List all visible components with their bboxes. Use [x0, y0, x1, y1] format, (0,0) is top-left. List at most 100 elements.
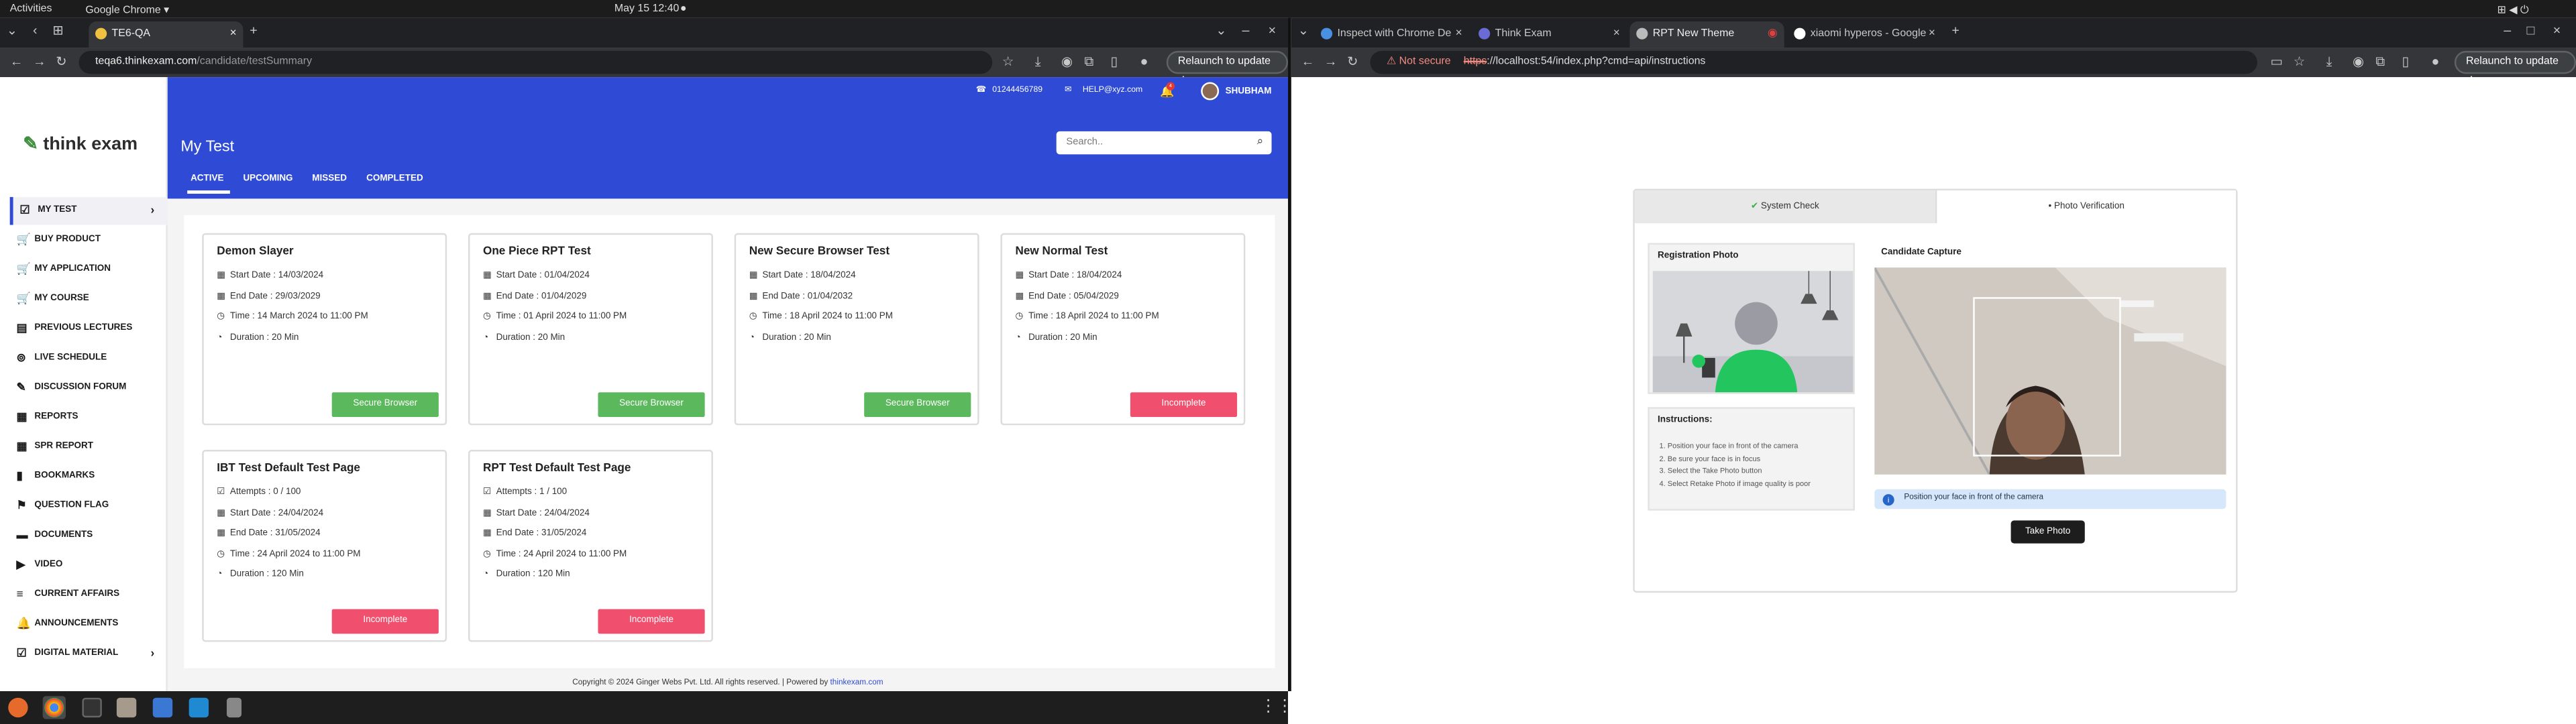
new-tab-icon[interactable]: + [250, 23, 257, 38]
incomplete-button[interactable]: Incomplete [598, 609, 705, 634]
back-icon[interactable]: ← [10, 54, 23, 69]
close-tab-icon[interactable]: × [230, 21, 237, 46]
sidebar-item-my-application[interactable]: 🛒 MY APPLICATION [10, 256, 168, 284]
test-card-detail-text: End Date : 31/05/2024 [496, 528, 587, 539]
incomplete-button[interactable]: Incomplete [1130, 392, 1238, 418]
download-icon[interactable]: ⤓ [1035, 54, 1041, 70]
system-tray-icons[interactable]: ⊞ ◀ ⏻ [2497, 3, 2528, 18]
reload-icon[interactable]: ↻ [56, 54, 66, 69]
vscode-icon[interactable] [189, 697, 209, 718]
sidepanel-icon[interactable]: ▯ [1111, 54, 1118, 69]
screenshot-icon[interactable]: ◉ [2353, 54, 2364, 69]
address-bar[interactable]: teqa6.thinkexam.com/candidate/testSummar… [78, 50, 993, 74]
minimize-icon[interactable]: – [2504, 23, 2511, 38]
secure-browser-button[interactable]: Secure Browser [598, 392, 705, 418]
tab-search-icon[interactable]: ⌄ [7, 23, 17, 38]
sidebar-item-digital-material[interactable]: ☑ DIGITAL MATERIAL › [10, 640, 168, 668]
notification-bell-icon[interactable]: 🔔 4 [1160, 82, 1175, 99]
back-icon[interactable]: ← [1301, 54, 1315, 69]
tab-upcoming[interactable]: UPCOMING [243, 174, 292, 184]
secure-browser-button[interactable]: Secure Browser [331, 392, 439, 418]
secure-browser-button[interactable]: Secure Browser [864, 392, 971, 418]
sidebar-item-previous-lectures[interactable]: ▤ PREVIOUS LECTURES [10, 315, 168, 343]
info-icon: i [1882, 493, 1894, 505]
extensions-icon[interactable]: ⧉ [2375, 54, 2385, 70]
bookmark-star-icon[interactable]: ☆ [2294, 54, 2306, 69]
sidebar-item-documents[interactable]: ▬ DOCUMENTS [10, 522, 168, 550]
sidebar-item-live-schedule[interactable]: ⊚ LIVE SCHEDULE [10, 345, 168, 373]
close-window-icon[interactable]: × [2553, 23, 2561, 38]
sidebar-item-video[interactable]: ▶ VIDEO [10, 552, 168, 580]
extensions-icon[interactable]: ⧉ [1084, 54, 1093, 70]
tab-completed[interactable]: COMPLETED [366, 174, 423, 184]
terminal-icon[interactable] [82, 697, 102, 718]
app-menu[interactable]: Google Chrome ▾ [85, 3, 169, 17]
search-input[interactable]: Search.. ⌕ [1056, 131, 1272, 155]
close-tab-icon[interactable]: × [1456, 21, 1462, 46]
reload-icon[interactable]: ↻ [1347, 54, 1358, 69]
email-address[interactable]: HELP@xyz.com [1083, 85, 1142, 95]
tab-system-check[interactable]: ✔ System Check [1634, 190, 1935, 224]
profile-icon[interactable]: ● [1140, 54, 1148, 69]
incomplete-button[interactable]: Incomplete [331, 609, 439, 634]
clock[interactable]: May 15 12:40 [614, 3, 679, 15]
sidebar-item-spr-report[interactable]: ▦ SPR REPORT [10, 434, 168, 462]
document-editor-icon[interactable] [152, 697, 173, 718]
address-bar[interactable]: ⚠ Not secure https://localhost:54/index.… [1370, 50, 2257, 74]
chrome-icon[interactable] [44, 697, 64, 718]
profile-icon[interactable]: ● [2432, 54, 2440, 69]
take-photo-button[interactable]: Take Photo [2010, 520, 2085, 544]
tab-active[interactable]: ACTIVE [191, 174, 223, 184]
sidebar-item-announcements[interactable]: 🔔 ANNOUNCEMENTS [10, 611, 168, 639]
user-menu[interactable]: SHUBHAM [1200, 82, 1272, 101]
app-grid-icon[interactable]: ⋮⋮ [1260, 698, 1293, 717]
sidebar-item-my-test[interactable]: ☑ MY TEST › [9, 196, 168, 225]
tab-think-exam[interactable]: Think Exam × [1472, 21, 1626, 48]
camera-in-use-icon[interactable]: ▭ [2271, 54, 2284, 69]
relaunch-button[interactable]: Relaunch to update ⋮ [1166, 50, 1289, 87]
test-card-detail-text: Duration : 20 Min [762, 332, 831, 343]
sidebar-item-reports[interactable]: ▦ REPORTS [10, 404, 168, 432]
tab-inspect[interactable]: Inspect with Chrome De × [1314, 21, 1468, 48]
tab-overflow-icon[interactable]: ⌄ [1216, 23, 1226, 38]
download-icon[interactable]: ⤓ [2326, 54, 2332, 70]
sidebar-item-discussion-forum[interactable]: ✎ DISCUSSION FORUM [10, 374, 168, 402]
sidebar-item-question-flag[interactable]: ⚑ QUESTION FLAG [10, 493, 168, 521]
phone-number[interactable]: 01244456789 [992, 85, 1042, 95]
tab-missed[interactable]: MISSED [312, 174, 347, 184]
tab-photo-verification[interactable]: • Photo Verification [1935, 190, 2237, 224]
sidepanel-icon[interactable]: ▯ [2402, 54, 2409, 69]
tab-back-icon[interactable]: ‹ [33, 23, 38, 38]
close-tab-icon[interactable]: × [1929, 21, 1935, 46]
tab-search-icon-right[interactable]: ⌄ [1298, 23, 1309, 38]
tab-google-search[interactable]: xiaomi hyperos - Google × [1788, 21, 1942, 48]
sidebar-item-bookmarks[interactable]: ▮ BOOKMARKS [10, 463, 168, 491]
close-tab-icon[interactable]: × [1613, 21, 1620, 46]
files-icon[interactable] [116, 697, 137, 718]
firefox-icon[interactable] [8, 697, 28, 718]
tab-grid-icon[interactable]: ⊞ [52, 23, 63, 38]
test-card: New Normal Test ▦ Start Date : 18/04/2024 ▦… [1000, 233, 1246, 426]
bookmark-star-icon[interactable]: ☆ [1002, 54, 1014, 69]
sidebar-item-my-course[interactable]: 🛒 MY COURSE [10, 286, 168, 314]
activities-button[interactable]: Activities [10, 3, 52, 15]
minimize-icon[interactable]: – [1242, 23, 1249, 38]
sidebar-item-buy-product[interactable]: 🛒 BUY PRODUCT [10, 227, 168, 255]
not-secure-icon[interactable]: ⚠ [1387, 56, 1396, 67]
test-card-detail-text: Start Date : 01/04/2024 [496, 271, 590, 281]
tab-te6-qa[interactable]: TE6-QA × [89, 21, 244, 48]
forward-icon[interactable]: → [33, 54, 46, 69]
forward-icon[interactable]: → [1324, 54, 1338, 69]
relaunch-button[interactable]: Relaunch to update ⋮ [2454, 50, 2576, 87]
new-tab-icon[interactable]: + [1951, 23, 1959, 38]
camera-icon[interactable]: ◉ [1061, 54, 1073, 69]
tab-rpt-new-theme[interactable]: RPT New Theme ◉ [1629, 21, 1784, 48]
footer-link[interactable]: thinkexam.com [830, 680, 883, 688]
trash-icon[interactable] [226, 697, 242, 718]
maximize-icon[interactable]: □ [2527, 23, 2535, 38]
search-icon[interactable]: ⌕ [1257, 131, 1264, 154]
sidebar-item-current-affairs[interactable]: ≡ CURRENT AFFAIRS [10, 581, 168, 609]
calendar-icon: ▦ [217, 291, 226, 302]
logo[interactable]: ✎ think exam [23, 133, 138, 154]
close-window-icon[interactable]: × [1269, 23, 1276, 38]
